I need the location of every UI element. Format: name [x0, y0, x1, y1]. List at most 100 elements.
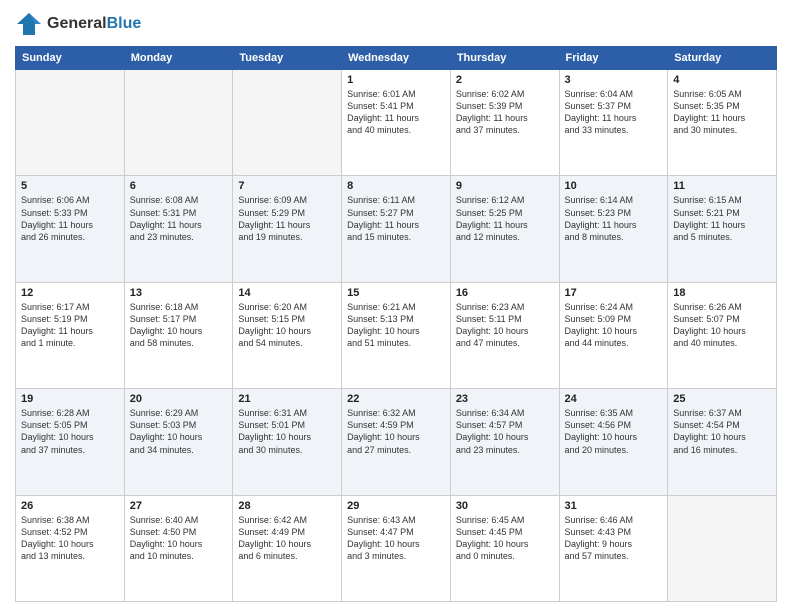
calendar-cell: 13 Sunrise: 6:18 AM Sunset: 5:17 PM Dayli… [124, 282, 233, 388]
day-number: 26 [21, 500, 119, 512]
day-info: Sunrise: 6:11 AM Sunset: 5:27 PM Dayligh… [347, 194, 445, 243]
day-number: 22 [347, 393, 445, 405]
header: GeneralBlue [15, 10, 777, 38]
day-info: Sunrise: 6:09 AM Sunset: 5:29 PM Dayligh… [238, 194, 336, 243]
logo: GeneralBlue [15, 10, 141, 38]
day-info: Sunrise: 6:06 AM Sunset: 5:33 PM Dayligh… [21, 194, 119, 243]
calendar-cell: 17 Sunrise: 6:24 AM Sunset: 5:09 PM Dayli… [559, 282, 668, 388]
weekday-header-saturday: Saturday [668, 47, 777, 70]
day-info: Sunrise: 6:28 AM Sunset: 5:05 PM Dayligh… [21, 407, 119, 456]
day-number: 20 [130, 393, 228, 405]
calendar-cell: 28 Sunrise: 6:42 AM Sunset: 4:49 PM Dayli… [233, 495, 342, 601]
calendar-cell: 26 Sunrise: 6:38 AM Sunset: 4:52 PM Dayli… [16, 495, 125, 601]
calendar-cell: 2Sunrise: 6:02 AM Sunset: 5:39 PM Daylig… [450, 70, 559, 176]
calendar-cell: 27 Sunrise: 6:40 AM Sunset: 4:50 PM Dayli… [124, 495, 233, 601]
calendar-table: SundayMondayTuesdayWednesdayThursdayFrid… [15, 46, 777, 602]
day-info: Sunrise: 6:29 AM Sunset: 5:03 PM Dayligh… [130, 407, 228, 456]
calendar-cell: 19 Sunrise: 6:28 AM Sunset: 5:05 PM Dayli… [16, 389, 125, 495]
day-info: Sunrise: 6:05 AM Sunset: 5:35 PM Dayligh… [673, 88, 771, 137]
day-number: 28 [238, 500, 336, 512]
weekday-header-tuesday: Tuesday [233, 47, 342, 70]
week-row-4: 19 Sunrise: 6:28 AM Sunset: 5:05 PM Dayli… [16, 389, 777, 495]
day-info: Sunrise: 6:32 AM Sunset: 4:59 PM Dayligh… [347, 407, 445, 456]
calendar-cell: 12 Sunrise: 6:17 AM Sunset: 5:19 PM Dayli… [16, 282, 125, 388]
day-number: 11 [673, 180, 771, 192]
calendar-cell: 9 Sunrise: 6:12 AM Sunset: 5:25 PM Daylig… [450, 176, 559, 282]
week-row-1: 1 Sunrise: 6:01 AM Sunset: 5:41 PM Daylig… [16, 70, 777, 176]
calendar-cell: 29 Sunrise: 6:43 AM Sunset: 4:47 PM Dayli… [342, 495, 451, 601]
weekday-header-thursday: Thursday [450, 47, 559, 70]
day-number: 18 [673, 287, 771, 299]
calendar-cell: 25Sunrise: 6:37 AM Sunset: 4:54 PM Dayli… [668, 389, 777, 495]
day-number: 17 [565, 287, 663, 299]
day-info: Sunrise: 6:45 AM Sunset: 4:45 PM Dayligh… [456, 514, 554, 563]
logo-icon [15, 10, 43, 38]
day-info: Sunrise: 6:20 AM Sunset: 5:15 PM Dayligh… [238, 301, 336, 350]
weekday-header-monday: Monday [124, 47, 233, 70]
day-number: 10 [565, 180, 663, 192]
day-number: 12 [21, 287, 119, 299]
day-info: Sunrise: 6:38 AM Sunset: 4:52 PM Dayligh… [21, 514, 119, 563]
calendar-cell: 15 Sunrise: 6:21 AM Sunset: 5:13 PM Dayli… [342, 282, 451, 388]
day-number: 4 [673, 74, 771, 86]
week-row-2: 5 Sunrise: 6:06 AM Sunset: 5:33 PM Daylig… [16, 176, 777, 282]
day-info: Sunrise: 6:08 AM Sunset: 5:31 PM Dayligh… [130, 194, 228, 243]
calendar-cell: 23 Sunrise: 6:34 AM Sunset: 4:57 PM Dayli… [450, 389, 559, 495]
calendar-cell: 4 Sunrise: 6:05 AM Sunset: 5:35 PM Daylig… [668, 70, 777, 176]
calendar-cell: 5 Sunrise: 6:06 AM Sunset: 5:33 PM Daylig… [16, 176, 125, 282]
day-number: 9 [456, 180, 554, 192]
calendar-cell: 14 Sunrise: 6:20 AM Sunset: 5:15 PM Dayli… [233, 282, 342, 388]
day-info: Sunrise: 6:24 AM Sunset: 5:09 PM Dayligh… [565, 301, 663, 350]
day-info: Sunrise: 6:23 AM Sunset: 5:11 PM Dayligh… [456, 301, 554, 350]
day-info: Sunrise: 6:34 AM Sunset: 4:57 PM Dayligh… [456, 407, 554, 456]
day-number: 30 [456, 500, 554, 512]
logo-text: GeneralBlue [47, 15, 141, 33]
day-number: 1 [347, 74, 445, 86]
day-number: 14 [238, 287, 336, 299]
day-info: Sunrise: 6:14 AM Sunset: 5:23 PM Dayligh… [565, 194, 663, 243]
day-info: Sunrise: 6:37 AM Sunset: 4:54 PM Dayligh… [673, 407, 771, 456]
day-number: 13 [130, 287, 228, 299]
calendar-cell: 6Sunrise: 6:08 AM Sunset: 5:31 PM Daylig… [124, 176, 233, 282]
day-info: Sunrise: 6:43 AM Sunset: 4:47 PM Dayligh… [347, 514, 445, 563]
calendar-cell: 24 Sunrise: 6:35 AM Sunset: 4:56 PM Dayli… [559, 389, 668, 495]
day-number: 29 [347, 500, 445, 512]
page: GeneralBlue SundayMondayTuesdayWednesday… [0, 0, 792, 612]
day-number: 21 [238, 393, 336, 405]
day-info: Sunrise: 6:31 AM Sunset: 5:01 PM Dayligh… [238, 407, 336, 456]
calendar-cell: 20 Sunrise: 6:29 AM Sunset: 5:03 PM Dayli… [124, 389, 233, 495]
day-info: Sunrise: 6:26 AM Sunset: 5:07 PM Dayligh… [673, 301, 771, 350]
weekday-header-wednesday: Wednesday [342, 47, 451, 70]
day-number: 16 [456, 287, 554, 299]
weekday-header-friday: Friday [559, 47, 668, 70]
calendar-cell: 1 Sunrise: 6:01 AM Sunset: 5:41 PM Daylig… [342, 70, 451, 176]
day-info: Sunrise: 6:04 AM Sunset: 5:37 PM Dayligh… [565, 88, 663, 137]
day-info: Sunrise: 6:12 AM Sunset: 5:25 PM Dayligh… [456, 194, 554, 243]
day-info: Sunrise: 6:15 AM Sunset: 5:21 PM Dayligh… [673, 194, 771, 243]
day-info: Sunrise: 6:40 AM Sunset: 4:50 PM Dayligh… [130, 514, 228, 563]
calendar-cell: 8Sunrise: 6:11 AM Sunset: 5:27 PM Daylig… [342, 176, 451, 282]
day-info: Sunrise: 6:21 AM Sunset: 5:13 PM Dayligh… [347, 301, 445, 350]
day-info: Sunrise: 6:02 AM Sunset: 5:39 PM Dayligh… [456, 88, 554, 137]
day-info: Sunrise: 6:18 AM Sunset: 5:17 PM Dayligh… [130, 301, 228, 350]
day-info: Sunrise: 6:35 AM Sunset: 4:56 PM Dayligh… [565, 407, 663, 456]
calendar-cell: 30 Sunrise: 6:45 AM Sunset: 4:45 PM Dayli… [450, 495, 559, 601]
day-number: 23 [456, 393, 554, 405]
calendar-cell [233, 70, 342, 176]
day-number: 19 [21, 393, 119, 405]
day-info: Sunrise: 6:46 AM Sunset: 4:43 PM Dayligh… [565, 514, 663, 563]
day-info: Sunrise: 6:42 AM Sunset: 4:49 PM Dayligh… [238, 514, 336, 563]
day-number: 3 [565, 74, 663, 86]
calendar-cell: 16 Sunrise: 6:23 AM Sunset: 5:11 PM Dayli… [450, 282, 559, 388]
day-number: 5 [21, 180, 119, 192]
calendar-cell: 18 Sunrise: 6:26 AM Sunset: 5:07 PM Dayli… [668, 282, 777, 388]
day-number: 15 [347, 287, 445, 299]
day-info: Sunrise: 6:01 AM Sunset: 5:41 PM Dayligh… [347, 88, 445, 137]
day-number: 27 [130, 500, 228, 512]
weekday-header-sunday: Sunday [16, 47, 125, 70]
day-number: 24 [565, 393, 663, 405]
day-info: Sunrise: 6:17 AM Sunset: 5:19 PM Dayligh… [21, 301, 119, 350]
week-row-3: 12 Sunrise: 6:17 AM Sunset: 5:19 PM Dayli… [16, 282, 777, 388]
calendar-cell [668, 495, 777, 601]
calendar-cell: 11 Sunrise: 6:15 AM Sunset: 5:21 PM Dayli… [668, 176, 777, 282]
